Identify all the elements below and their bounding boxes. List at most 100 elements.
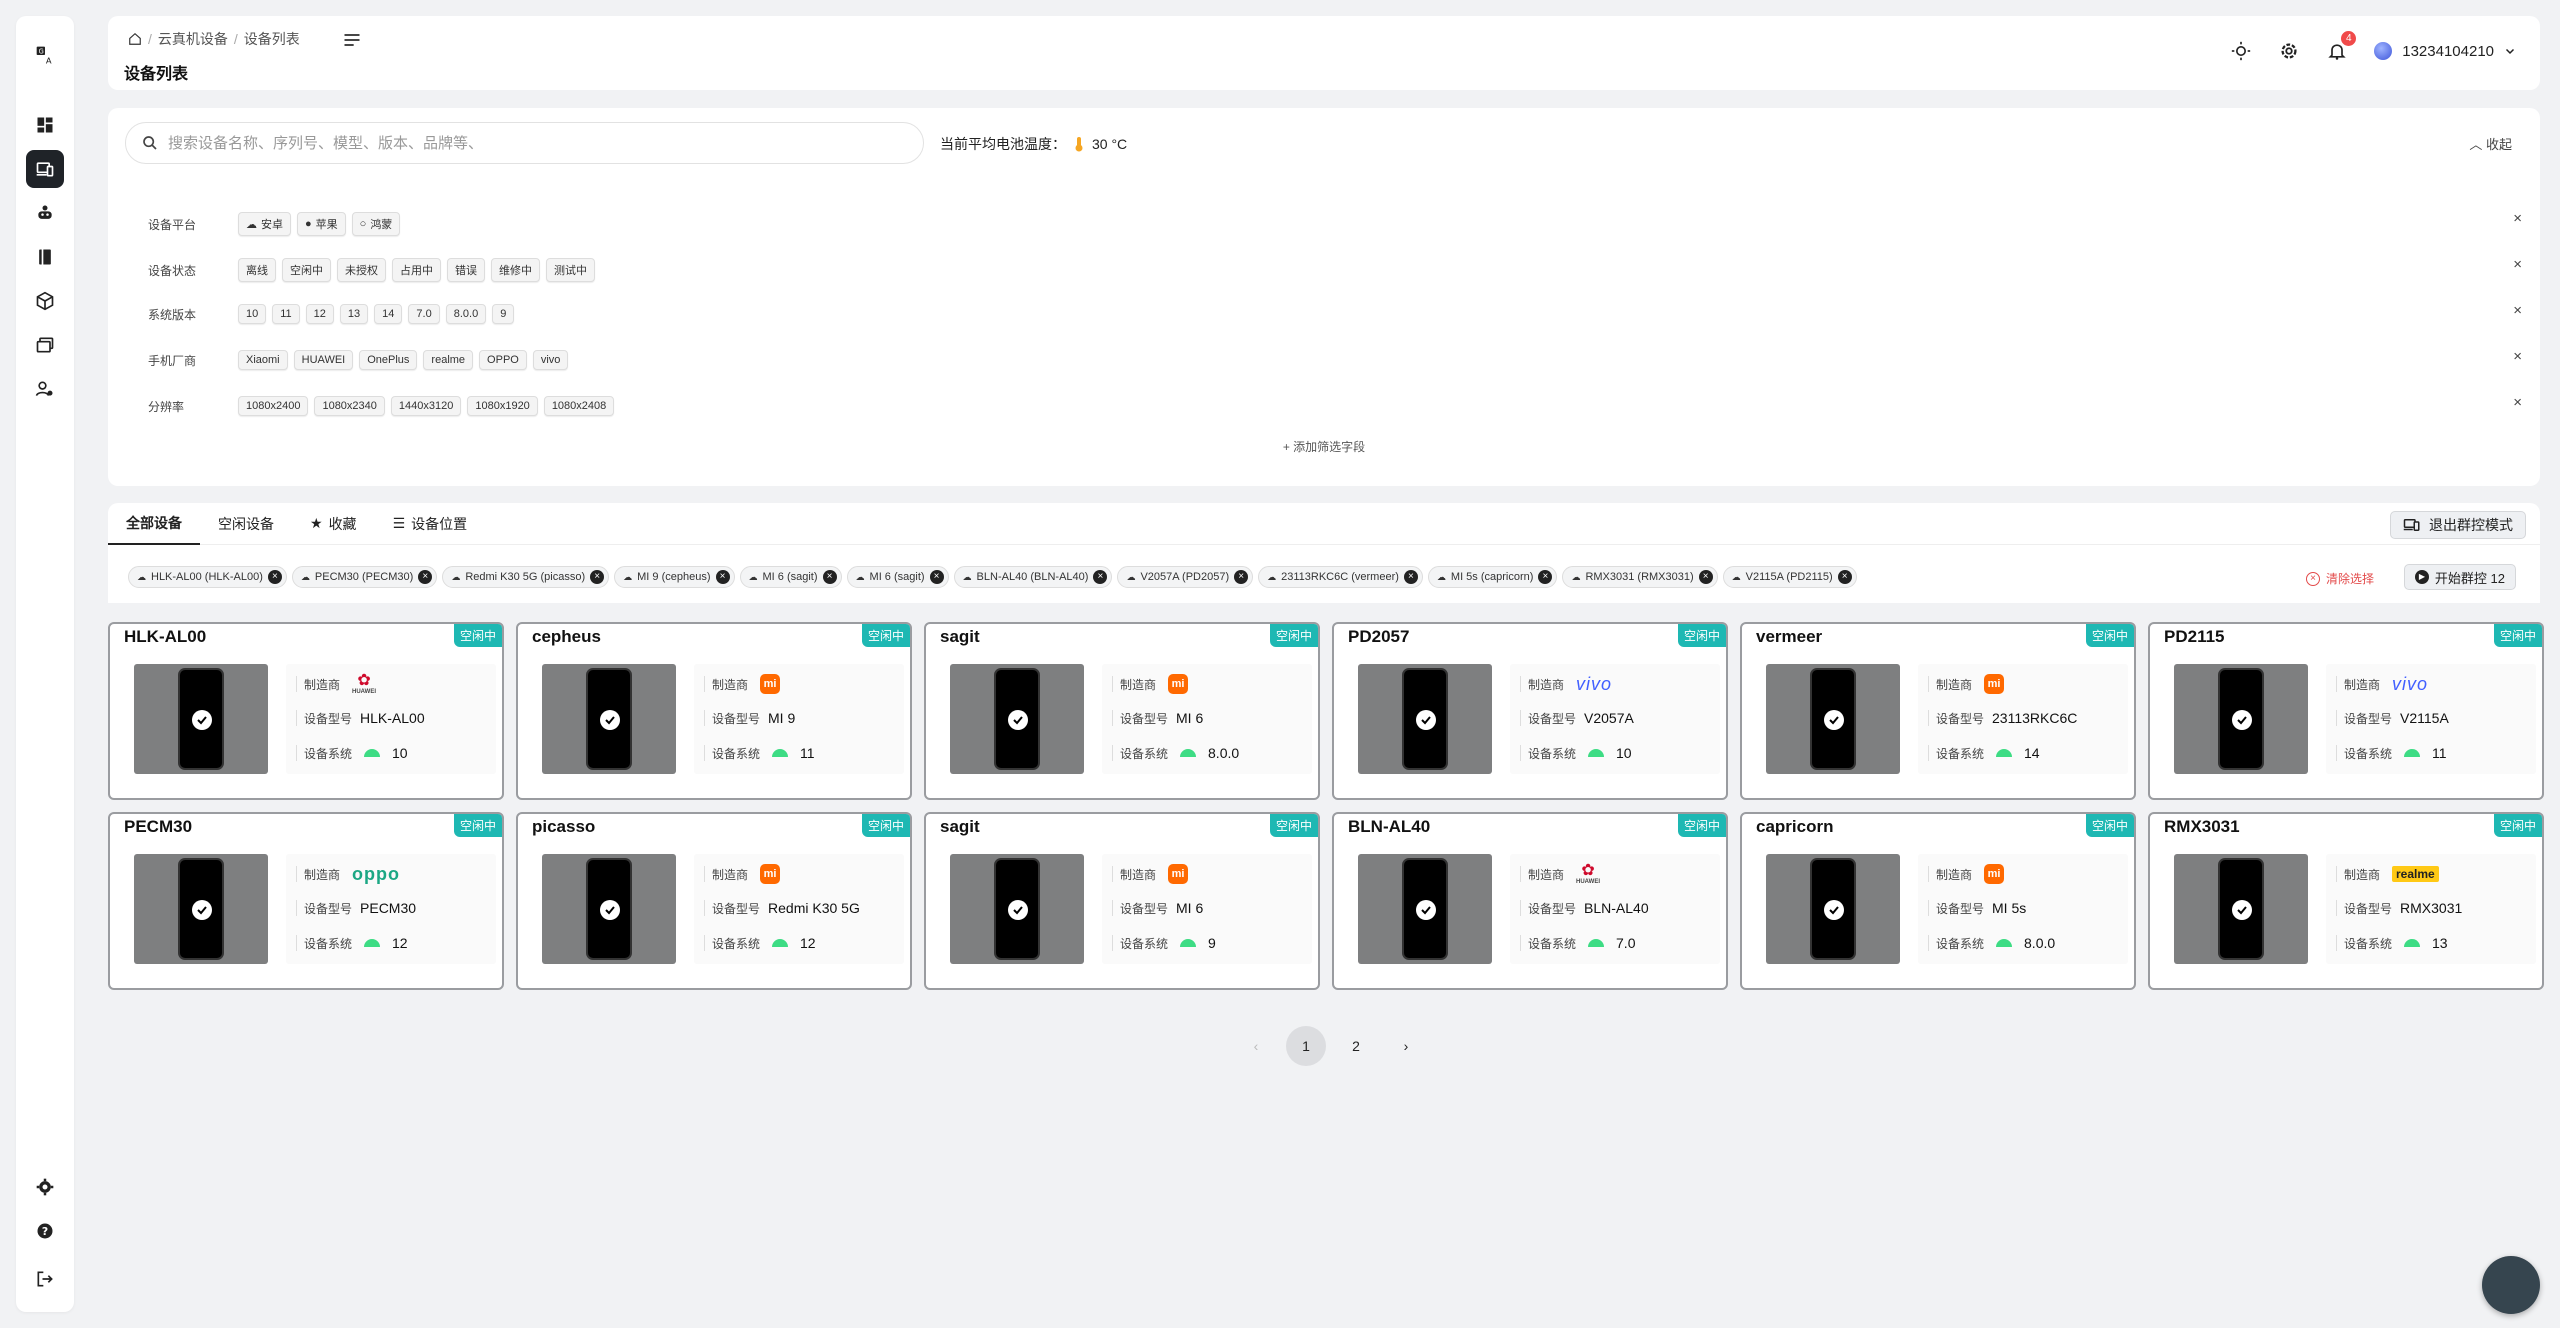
search-box[interactable] — [125, 122, 924, 164]
selected-device-tag[interactable]: ☁ MI 5s (capricorn) × — [1427, 566, 1558, 588]
tab-device-location[interactable]: ☰ 设备位置 — [375, 503, 486, 545]
help-icon[interactable]: ? — [26, 1212, 64, 1250]
selected-device-tag[interactable]: ☁ MI 9 (cepheus) × — [614, 566, 735, 588]
selected-device-tag[interactable]: ☁ V2057A (PD2057) × — [1117, 566, 1254, 588]
start-group-control-button[interactable]: ▶ 开始群控 12 — [2403, 564, 2516, 590]
device-card[interactable]: PECM30 空闲中 制造商 oppo 设备型号 PECM30 设备系统 12 — [108, 812, 504, 990]
close-icon[interactable]: × — [929, 570, 944, 584]
selected-device-tag[interactable]: ☁ RMX3031 (RMX3031) × — [1562, 566, 1718, 588]
device-screen-preview[interactable] — [2174, 854, 2308, 964]
exit-group-control-button[interactable]: 退出群控模式 — [2390, 511, 2526, 539]
selected-device-tag[interactable]: ☁ HLK-AL00 (HLK-AL00) × — [128, 566, 287, 588]
logout-icon[interactable] — [26, 1260, 64, 1298]
filter-chip[interactable]: 1080x2400 — [238, 396, 309, 416]
device-card[interactable]: cepheus 空闲中 制造商 mi 设备型号 MI 9 设备系统 11 — [516, 622, 912, 800]
settings-icon[interactable] — [26, 1168, 64, 1206]
tab-all-devices[interactable]: 全部设备 — [108, 503, 200, 545]
device-screen-preview[interactable] — [1358, 854, 1492, 964]
check-icon[interactable] — [1008, 900, 1028, 920]
device-screen-preview[interactable] — [542, 664, 676, 774]
check-icon[interactable] — [1416, 710, 1436, 730]
selected-device-tag[interactable]: ☁ MI 6 (sagit) × — [846, 566, 949, 588]
bell-icon[interactable]: 4 — [2326, 31, 2357, 62]
device-card[interactable]: PD2115 空闲中 制造商 vivo 设备型号 V2115A 设备系统 11 — [2148, 622, 2544, 800]
translate-logo-icon[interactable]: GA — [26, 36, 64, 74]
theme-toggle-icon[interactable] — [2230, 40, 2252, 62]
breadcrumb-item[interactable]: 云真机设备 — [158, 29, 228, 49]
cube-icon[interactable] — [26, 282, 64, 320]
add-filter-field-button[interactable]: + 添加筛选字段 — [108, 438, 2540, 455]
check-icon[interactable] — [2232, 710, 2252, 730]
close-icon[interactable]: × — [1698, 570, 1713, 584]
filter-chip[interactable]: 1440x3120 — [390, 396, 462, 416]
device-screen-preview[interactable] — [1766, 854, 1900, 964]
device-card[interactable]: PD2057 空闲中 制造商 vivo 设备型号 V2057A 设备系统 10 — [1332, 622, 1728, 800]
folders-icon[interactable] — [26, 326, 64, 364]
close-icon[interactable]: × — [822, 570, 837, 584]
tab-favorites[interactable]: ★ 收藏 — [292, 503, 375, 545]
next-page-icon[interactable]: › — [1386, 1026, 1426, 1066]
filter-chip[interactable]: 1080x2340 — [314, 396, 385, 416]
device-card[interactable]: picasso 空闲中 制造商 mi 设备型号 Redmi K30 5G 设备系统 12 — [516, 812, 912, 990]
filter-chip[interactable]: 1080x1920 — [467, 396, 538, 416]
device-card[interactable]: sagit 空闲中 制造商 mi 设备型号 MI 6 设备系统 8.0.0 — [924, 622, 1320, 800]
filter-chip[interactable]: OnePlus — [359, 350, 418, 370]
device-screen-preview[interactable] — [1358, 664, 1492, 774]
clear-filter-icon[interactable]: × — [2513, 348, 2522, 365]
device-card[interactable]: sagit 空闲中 制造商 mi 设备型号 MI 6 设备系统 9 — [924, 812, 1320, 990]
selected-device-tag[interactable]: ☁ MI 6 (sagit) × — [739, 566, 842, 588]
floating-action-button[interactable] — [2482, 1256, 2540, 1314]
prev-page-icon[interactable]: ‹ — [1236, 1026, 1276, 1066]
filter-chip[interactable]: ☁ 安卓 — [238, 212, 291, 236]
close-icon[interactable]: × — [1234, 570, 1249, 584]
selected-device-tag[interactable]: ☁ PECM30 (PECM30) × — [291, 566, 438, 588]
filter-chip[interactable]: 9 — [492, 304, 515, 324]
check-icon[interactable] — [600, 900, 620, 920]
clear-filter-icon[interactable]: × — [2513, 256, 2522, 273]
check-icon[interactable] — [2232, 900, 2252, 920]
tab-idle-devices[interactable]: 空闲设备 — [200, 503, 292, 545]
device-card[interactable]: vermeer 空闲中 制造商 mi 设备型号 23113RKC6C 设备系统 14 — [1740, 622, 2136, 800]
filter-chip[interactable]: 10 — [238, 304, 267, 324]
devices-icon[interactable] — [26, 150, 64, 188]
check-icon[interactable] — [1416, 900, 1436, 920]
selected-device-tag[interactable]: ☁ Redmi K30 5G (picasso) × — [442, 566, 610, 588]
close-icon[interactable]: × — [267, 570, 282, 584]
clear-filter-icon[interactable]: × — [2513, 302, 2522, 319]
filter-chip[interactable]: 8.0.0 — [445, 304, 487, 324]
search-input[interactable] — [168, 134, 868, 152]
robot-icon[interactable] — [26, 194, 64, 232]
filter-chip[interactable]: Xiaomi — [238, 350, 288, 370]
device-screen-preview[interactable] — [2174, 664, 2308, 774]
close-icon[interactable]: × — [1837, 570, 1852, 584]
filter-chip[interactable]: 离线 — [238, 258, 276, 282]
menu-toggle-icon[interactable] — [342, 30, 362, 50]
clear-filter-icon[interactable]: × — [2513, 394, 2522, 411]
device-card[interactable]: BLN-AL40 空闲中 制造商 ✿ HUAWEI 设备型号 BLN-AL40 设备系统 7.0 — [1332, 812, 1728, 990]
selected-device-tag[interactable]: ☁ BLN-AL40 (BLN-AL40) × — [953, 566, 1113, 588]
filter-chip[interactable]: HUAWEI — [293, 350, 354, 370]
close-icon[interactable]: × — [715, 570, 730, 584]
check-icon[interactable] — [600, 710, 620, 730]
filter-chip[interactable]: ● 苹果 — [297, 212, 346, 236]
close-icon[interactable]: × — [1538, 570, 1553, 584]
page-2[interactable]: 2 — [1336, 1026, 1376, 1066]
dashboard-icon[interactable] — [26, 106, 64, 144]
filter-chip[interactable]: OPPO — [479, 350, 527, 370]
user-menu[interactable]: 13234104210 — [2374, 42, 2516, 60]
user-settings-icon[interactable] — [26, 370, 64, 408]
device-screen-preview[interactable] — [542, 854, 676, 964]
check-icon[interactable] — [1824, 900, 1844, 920]
device-card[interactable]: capricorn 空闲中 制造商 mi 设备型号 MI 5s 设备系统 8.0.0 — [1740, 812, 2136, 990]
close-icon[interactable]: × — [1093, 570, 1108, 584]
check-icon[interactable] — [192, 900, 212, 920]
filter-chip[interactable]: ○ 鸿蒙 — [351, 212, 401, 236]
close-icon[interactable]: × — [590, 570, 605, 584]
book-icon[interactable] — [26, 238, 64, 276]
home-icon[interactable] — [128, 32, 142, 46]
filter-chip[interactable]: 未授权 — [337, 258, 386, 282]
device-screen-preview[interactable] — [950, 854, 1084, 964]
device-screen-preview[interactable] — [950, 664, 1084, 774]
clear-selection-button[interactable]: × 清除选择 — [2305, 570, 2374, 587]
close-icon[interactable]: × — [418, 570, 433, 584]
